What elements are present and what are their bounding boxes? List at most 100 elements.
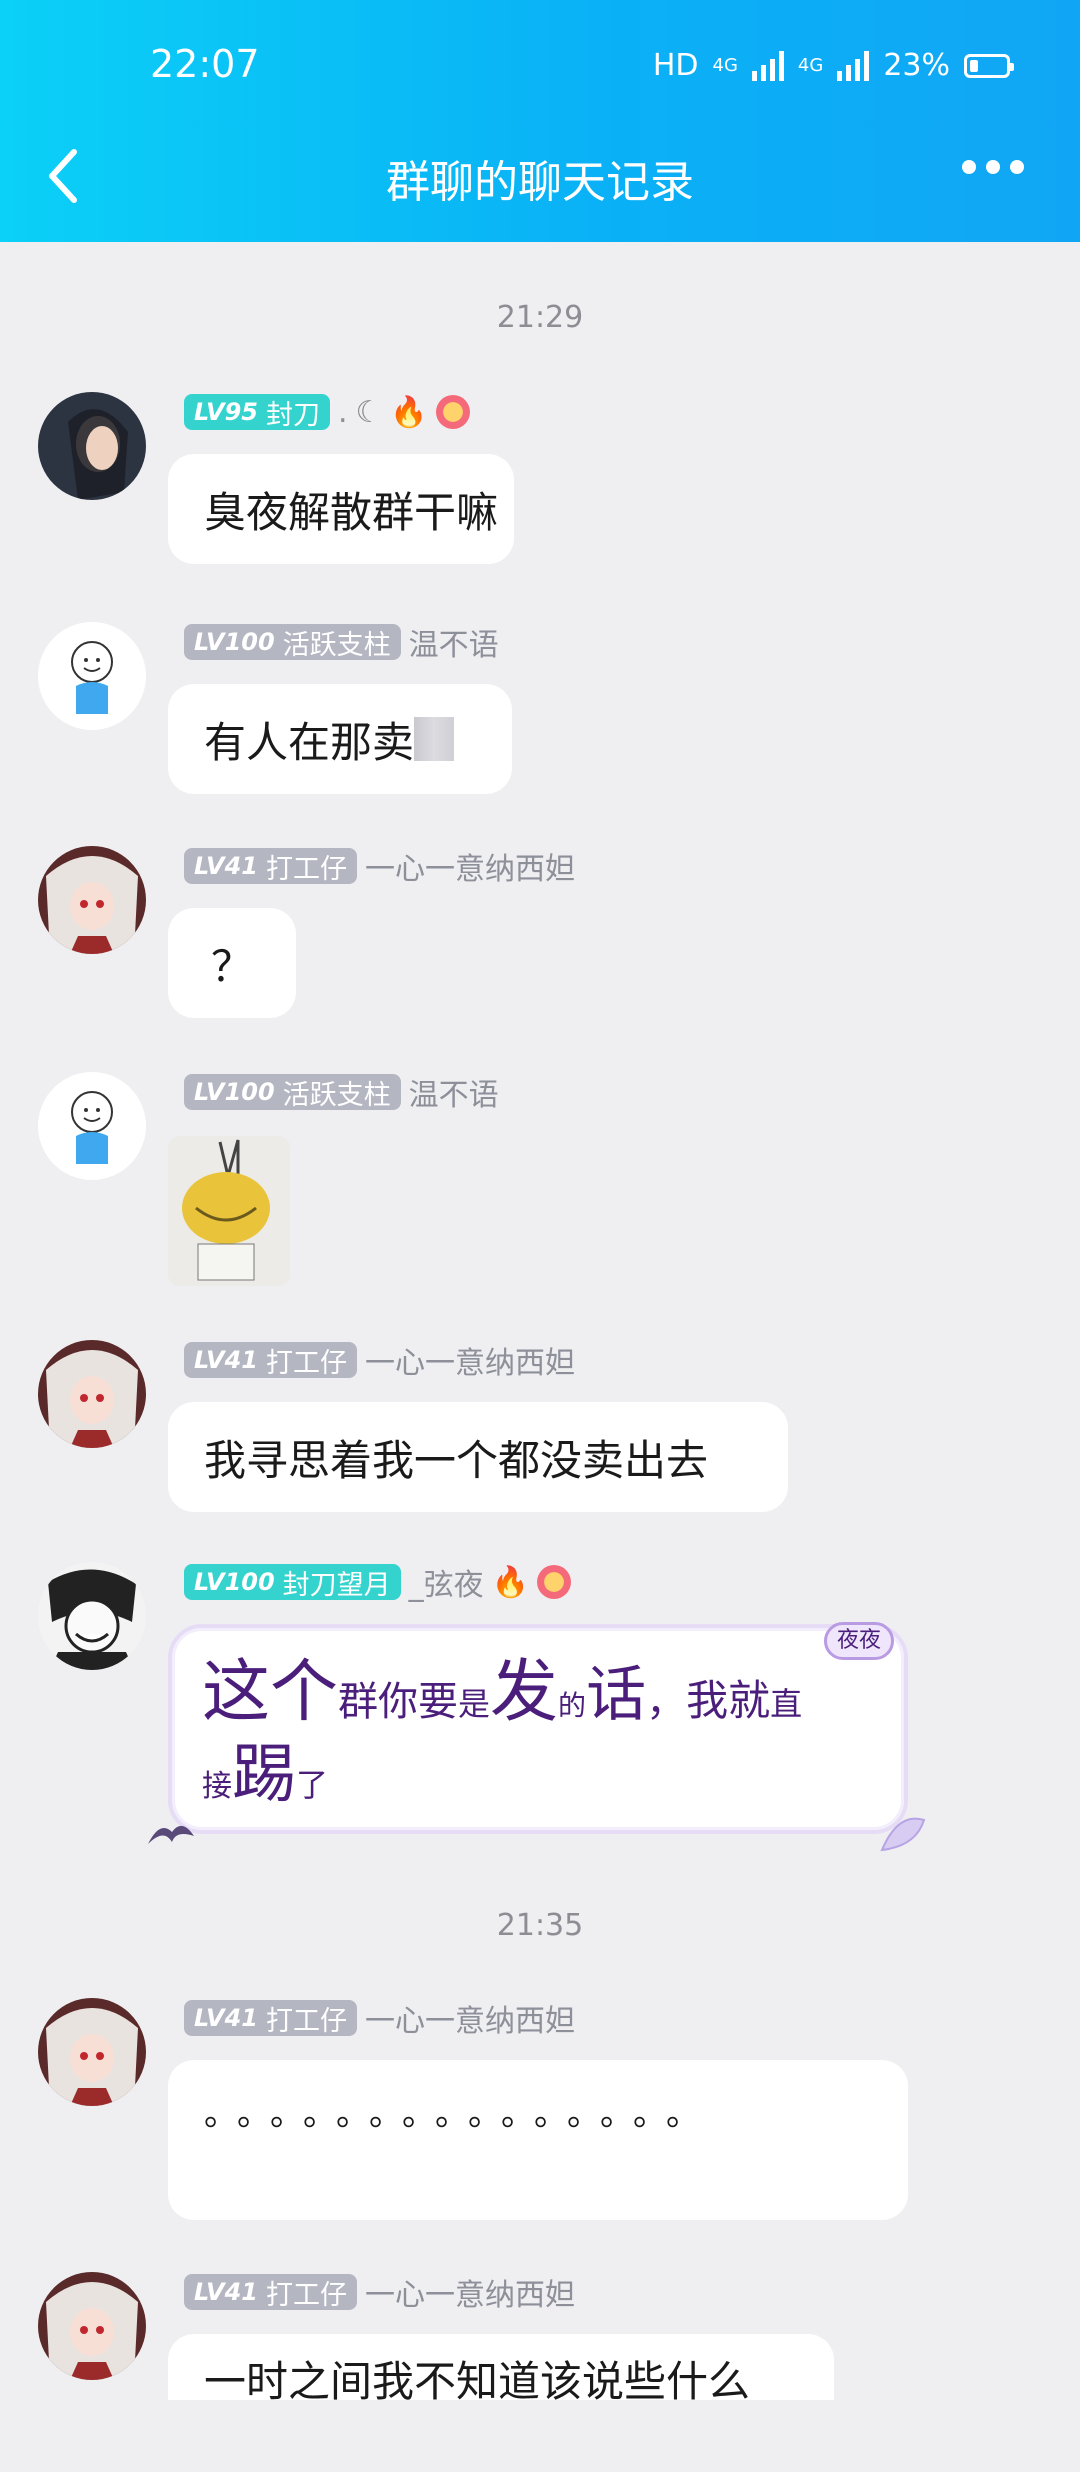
message-bubble[interactable]: ？ <box>168 908 296 1018</box>
level-badge: LV41 打工仔 <box>184 2274 357 2311</box>
text-part: 发 <box>490 1653 559 1732</box>
level-text: LV41 <box>194 2278 258 2306</box>
nickname: 一心一意纳西妲 <box>364 852 575 887</box>
role-text: 封刀望月 <box>282 1569 391 1601</box>
battery-percent: 23% <box>883 48 950 83</box>
text-part: 这个 <box>202 1653 339 1732</box>
fire-icon: 🔥 <box>491 1564 530 1600</box>
chat-message: LV41 打工仔 一心一意纳西妲 我寻思着我一个都没卖出去 <box>38 1340 1038 1520</box>
text-part: 接 <box>202 1769 232 1804</box>
sticker-image[interactable] <box>168 1136 290 1286</box>
message-bubble[interactable]: 。。。。。。。。。。。。。。。 <box>168 2060 908 2220</box>
text-part: 的 <box>558 1689 587 1722</box>
top-bar: 22:07 HD 4G 4G 23% 群聊的聊天记录 <box>0 0 1080 242</box>
avatar[interactable] <box>38 392 146 500</box>
sender-meta: LV100 活跃支柱 温不语 <box>184 622 499 663</box>
text-part: 群你要 <box>338 1679 459 1725</box>
text-part: ， <box>646 1679 687 1725</box>
level-badge: LV41 打工仔 <box>184 848 357 885</box>
chat-message: LV95 封刀 . ☾ 🔥 臭 夜解散群干嘛 <box>38 392 1038 572</box>
page-title: 群聊的聊天记录 <box>386 157 694 208</box>
more-options-button[interactable] <box>962 160 1024 174</box>
level-badge: LV100 封刀望月 <box>184 1564 401 1601</box>
avatar[interactable] <box>38 846 146 954</box>
chat-message: LV100 封刀望月 _弦夜 🔥 夜夜 这个群你要是发的话，我就直 接踢了 <box>38 1562 1038 1862</box>
message-bubble[interactable]: 我寻思着我一个都没卖出去 <box>168 1402 788 1512</box>
message-bubble[interactable]: 臭 夜解散群干嘛 <box>168 454 514 564</box>
message-text: 。。。。。。。。。。。。。。。 <box>204 2094 716 2134</box>
battery-icon <box>964 53 1014 78</box>
nickname: 一心一意纳西妲 <box>364 2004 575 2039</box>
level-text: LV41 <box>194 1346 258 1374</box>
level-badge: LV41 打工仔 <box>184 2000 357 2037</box>
sender-meta: LV41 打工仔 一心一意纳西妲 <box>184 1340 575 1381</box>
sender-meta: LV100 封刀望月 _弦夜 🔥 <box>184 1562 572 1603</box>
message-text-start: 臭 <box>204 487 247 537</box>
avatar[interactable] <box>38 2272 146 2380</box>
nickname: 一心一意纳西妲 <box>364 2278 575 2313</box>
message-bubble[interactable]: 有人在那卖 <box>168 684 512 794</box>
sender-meta: LV95 封刀 . ☾ 🔥 <box>184 392 470 432</box>
text-part: 直 <box>770 1685 803 1723</box>
avatar[interactable] <box>38 1998 146 2106</box>
avatar[interactable] <box>38 1562 146 1670</box>
level-badge: LV41 打工仔 <box>184 1342 357 1379</box>
status-time: 22:07 <box>150 42 260 86</box>
moon-icon: ☾ <box>355 394 383 430</box>
role-text: 打工仔 <box>265 2279 347 2311</box>
level-text: LV100 <box>194 1568 275 1596</box>
message-text: 我寻思着我一个都没卖出去 <box>204 1435 709 1485</box>
decorated-message-text: 这个群你要是发的话，我就直 接踢了 <box>202 1650 874 1815</box>
net-label-1: 4G <box>712 55 738 76</box>
avatar[interactable] <box>38 622 146 730</box>
time-separator: 21:29 <box>496 300 584 335</box>
chat-message: LV100 活跃支柱 温不语 有人在那卖 <box>38 622 1038 802</box>
sender-meta: LV41 打工仔 一心一意纳西妲 <box>184 846 575 887</box>
nickname: 一心一意纳西妲 <box>364 1346 575 1381</box>
status-icons: HD 4G 4G 23% <box>652 48 1014 83</box>
role-text: 打工仔 <box>265 853 347 885</box>
level-text: LV41 <box>194 852 258 880</box>
message-bubble[interactable]: 一时之间我不知道该说些什么 <box>168 2334 834 2400</box>
text-part: 是 <box>458 1685 491 1723</box>
decorated-message-bubble[interactable]: 夜夜 这个群你要是发的话，我就直 接踢了 <box>168 1622 908 1834</box>
nickname: 温不语 <box>408 1078 499 1113</box>
bubble-tag: 夜夜 <box>823 1622 894 1660</box>
role-text: 活跃支柱 <box>282 1079 391 1111</box>
sender-meta: LV41 打工仔 一心一意纳西妲 <box>184 1998 575 2039</box>
sender-meta: LV100 活跃支柱 温不语 <box>184 1072 499 1113</box>
avatar[interactable] <box>38 1340 146 1448</box>
text-part: 踢 <box>232 1738 296 1812</box>
level-badge: LV100 活跃支柱 <box>184 624 401 661</box>
message-text: ？ <box>210 941 253 991</box>
message-text-end: 夜解散群干嘛 <box>246 487 499 537</box>
redacted-text <box>414 717 455 761</box>
level-badge: LV100 活跃支柱 <box>184 1074 401 1111</box>
time-separator: 21:35 <box>496 1908 584 1943</box>
wing-decoration-icon <box>880 1817 926 1852</box>
hd-label: HD <box>652 48 699 83</box>
chat-message: LV41 打工仔 一心一意纳西妲 。。。。。。。。。。。。。。。 <box>38 1998 1038 2238</box>
text-part: 我就 <box>686 1676 771 1725</box>
avatar[interactable] <box>38 1072 146 1180</box>
level-badge: LV95 封刀 <box>184 394 330 431</box>
nickname: 温不语 <box>408 628 499 663</box>
role-text: 打工仔 <box>265 1347 347 1379</box>
level-text: LV100 <box>194 1078 275 1106</box>
net-label-2: 4G <box>797 55 824 76</box>
chat-message: LV41 打工仔 一心一意纳西妲 一时之间我不知道该说些什么 <box>38 2272 1038 2472</box>
message-text: 有人在那卖 <box>204 717 415 767</box>
level-text: LV41 <box>194 2004 258 2032</box>
bat-decoration-icon <box>148 1825 194 1844</box>
signal-icon <box>751 50 784 81</box>
flower-emoji-icon <box>435 395 470 429</box>
signal-icon-2 <box>837 50 870 81</box>
chat-message: LV41 打工仔 一心一意纳西妲 ？ <box>38 846 1038 1026</box>
nickname: . <box>337 394 348 430</box>
role-text: 活跃支柱 <box>282 629 391 661</box>
nickname: _弦夜 <box>408 1568 484 1603</box>
fire-icon: 🔥 <box>390 394 428 430</box>
message-text: 一时之间我不知道该说些什么 <box>204 2357 751 2400</box>
role-text: 打工仔 <box>265 2005 347 2037</box>
text-part: 话 <box>586 1660 647 1730</box>
